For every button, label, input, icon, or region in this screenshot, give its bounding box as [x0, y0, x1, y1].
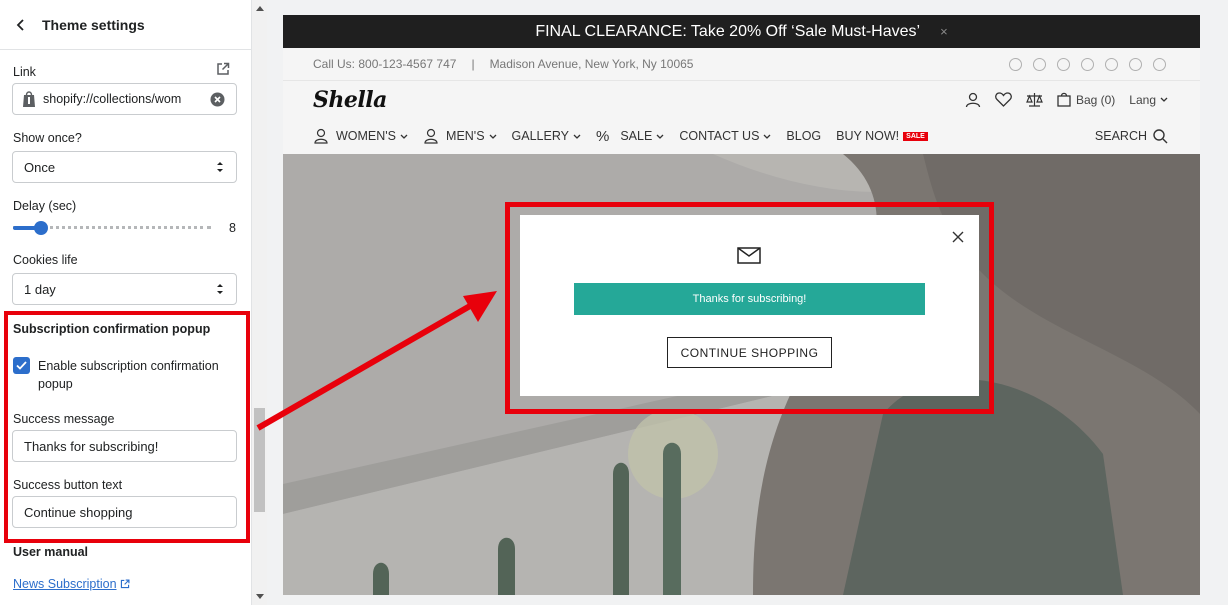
nav-womens[interactable]: WOMEN'S: [313, 128, 408, 144]
percent-icon: %: [596, 127, 610, 145]
bag-label: Bag (0): [1075, 92, 1116, 107]
link-field[interactable]: shopify://collections/wom: [12, 83, 237, 115]
address-text: Madison Avenue, New York, Ny 10065: [489, 57, 694, 71]
announcement-bar: FINAL CLEARANCE: Take 20% Off ‘Sale Must…: [283, 15, 1200, 48]
chevron-down-icon: [573, 134, 581, 139]
chevron-down-icon: [656, 134, 664, 139]
nav-mens[interactable]: MEN'S: [423, 128, 497, 144]
scrollbar-thumb[interactable]: [254, 408, 265, 512]
back-button[interactable]: [0, 0, 42, 50]
nav-gallery-label: GALLERY: [511, 129, 569, 143]
nav-blog[interactable]: BLOG: [786, 129, 821, 143]
wishlist-icon[interactable]: [995, 92, 1012, 107]
panel-title: Theme settings: [42, 16, 145, 33]
nav-sale-label: SALE: [620, 129, 653, 143]
compare-icon[interactable]: [1026, 92, 1043, 107]
link-label: Link: [13, 65, 36, 79]
language-selector[interactable]: Lang: [1129, 93, 1168, 107]
sale-badge: SALE: [903, 131, 928, 141]
clear-icon[interactable]: [210, 92, 225, 107]
announcement-text: FINAL CLEARANCE: Take 20% Off ‘Sale Must…: [535, 22, 921, 40]
theme-settings-panel: Theme settings Link shopify://collection…: [0, 0, 252, 605]
instagram-icon[interactable]: [1057, 57, 1070, 71]
header-bar: Shella Bag (0) Lang: [283, 81, 1200, 118]
panel-header: Theme settings: [0, 0, 251, 50]
search-link[interactable]: SEARCH: [1094, 128, 1168, 144]
show-once-select[interactable]: Once: [12, 151, 237, 183]
behance-icon[interactable]: [1129, 57, 1142, 71]
chevron-left-icon: [16, 18, 24, 31]
nav-gallery[interactable]: GALLERY: [512, 129, 581, 143]
news-subscription-link-text: News Subscription: [13, 577, 117, 591]
social-icons: [1009, 57, 1166, 71]
chevron-down-icon: [400, 134, 408, 139]
select-arrows-icon: [217, 284, 223, 294]
account-icon[interactable]: [965, 92, 981, 108]
delay-label: Delay (sec): [13, 199, 77, 213]
twitter-icon[interactable]: [1033, 57, 1046, 71]
facebook-icon[interactable]: [1009, 57, 1022, 71]
nav-buy-now-label: BUY NOW!: [836, 129, 900, 143]
nav-buy-now[interactable]: BUY NOW! SALE: [836, 129, 928, 143]
select-arrows-icon: [217, 162, 223, 172]
main-nav: WOMEN'S MEN'S GALLERY % SALE CONTACT US: [283, 118, 1200, 154]
announcement-close-icon[interactable]: ×: [940, 24, 948, 39]
language-label: Lang: [1129, 92, 1156, 107]
bag-icon: [1057, 92, 1071, 107]
woman-icon: [314, 128, 328, 144]
cookies-value: 1 day: [24, 281, 56, 297]
store-logo[interactable]: Shella: [313, 87, 387, 113]
slider-thumb[interactable]: [33, 221, 48, 235]
panel-scrollbar[interactable]: [252, 0, 267, 605]
nav-sale[interactable]: % SALE: [596, 128, 664, 145]
scroll-down-arrow-icon[interactable]: [255, 592, 264, 601]
bag-link[interactable]: Bag (0): [1057, 92, 1115, 107]
show-once-label: Show once?: [13, 131, 82, 145]
chevron-down-icon: [1160, 97, 1168, 102]
link-value: shopify://collections/wom: [43, 92, 182, 106]
delay-slider[interactable]: [13, 221, 211, 235]
skype-icon[interactable]: [1153, 57, 1166, 71]
nav-contact[interactable]: CONTACT US: [679, 129, 771, 143]
external-link-icon[interactable]: [216, 62, 230, 81]
call-us-text: Call Us: 800-123-4567 747: [313, 57, 457, 71]
search-icon: [1153, 128, 1168, 143]
search-label: SEARCH: [1094, 129, 1147, 143]
highlight-box-popup: [505, 202, 994, 414]
highlight-box-settings: [4, 311, 250, 543]
top-info-bar: Call Us: 800-123-4567 747 | Madison Aven…: [283, 48, 1200, 81]
cookies-label: Cookies life: [13, 253, 78, 267]
man-icon: [424, 128, 438, 144]
user-manual-title: User manual: [13, 545, 89, 559]
external-link-icon: [120, 579, 130, 589]
topbar-divider: |: [471, 57, 475, 71]
nav-contact-label: CONTACT US: [679, 129, 760, 143]
header-actions: Bag (0) Lang: [965, 92, 1168, 108]
cookies-select[interactable]: 1 day: [12, 273, 237, 305]
nav-mens-label: MEN'S: [446, 129, 485, 143]
nav-blog-label: BLOG: [786, 129, 822, 143]
shopify-bag-icon: [23, 91, 35, 107]
news-subscription-link[interactable]: News Subscription: [13, 577, 130, 591]
nav-womens-label: WOMEN'S: [336, 129, 397, 143]
pinterest-icon[interactable]: [1081, 57, 1094, 71]
delay-value: 8: [229, 221, 236, 235]
chevron-down-icon: [489, 134, 497, 139]
youtube-icon[interactable]: [1105, 57, 1118, 71]
scroll-up-arrow-icon[interactable]: [255, 4, 264, 13]
show-once-value: Once: [24, 159, 56, 175]
chevron-down-icon: [763, 134, 771, 139]
